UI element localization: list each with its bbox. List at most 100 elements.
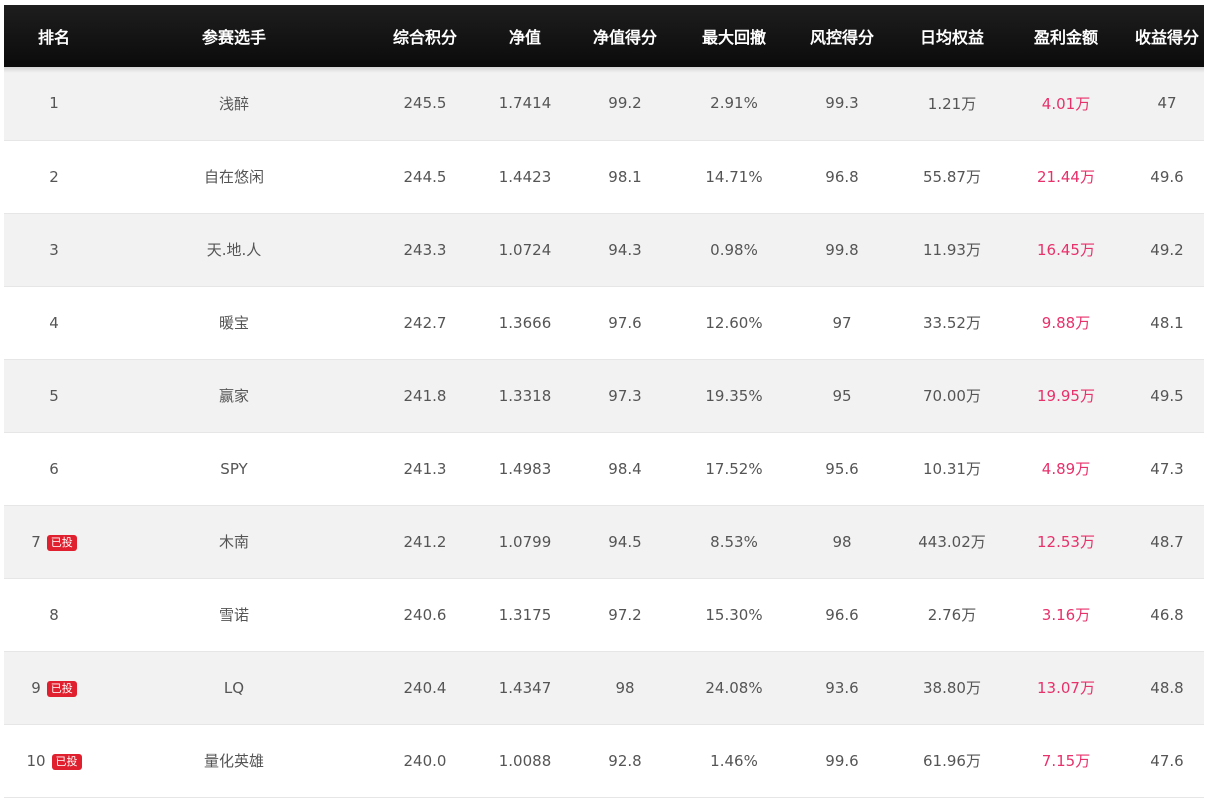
cell-profit: 4.01万 xyxy=(1041,94,1091,113)
cell-return-score: 48.8 xyxy=(1150,678,1184,697)
cell-score: 240.6 xyxy=(403,605,447,624)
header-drawdown[interactable]: 最大回撤 xyxy=(686,5,782,67)
rank-number: 4 xyxy=(49,313,59,332)
cell-drawdown: 1.46% xyxy=(710,751,758,770)
cell-return-score: 47.3 xyxy=(1150,459,1184,478)
rank-number: 6 xyxy=(49,459,59,478)
cell-drawdown: 15.30% xyxy=(705,605,763,624)
header-nav[interactable]: 净值 xyxy=(486,5,564,67)
cell-avg-equity: 38.80万 xyxy=(923,679,981,697)
cell-drawdown: 2.91% xyxy=(710,94,758,113)
cell-nav: 1.4347 xyxy=(498,678,552,697)
cell-score: 241.8 xyxy=(403,386,447,405)
cell-avg-equity: 70.00万 xyxy=(923,387,981,405)
cell-avg-equity: 61.96万 xyxy=(923,752,981,770)
table-row[interactable]: 1 浅醉 245.5 1.7414 99.2 2.91% 99.3 1.21万 4.01万 47 xyxy=(4,67,1204,140)
cell-player[interactable]: 浅醉 xyxy=(104,67,364,140)
cell-profit: 12.53万 xyxy=(1037,533,1095,551)
cell-rank: 1 xyxy=(4,67,104,140)
cell-nav: 1.0799 xyxy=(498,532,552,551)
cell-avg-equity: 443.02万 xyxy=(918,533,986,551)
table-row[interactable]: 7 已投 木南 241.2 1.0799 94.5 8.53% 98 443.02万 12.53万… xyxy=(4,505,1204,578)
cell-player[interactable]: 暖宝 xyxy=(104,286,364,359)
cell-rank: 9 已投 xyxy=(4,651,104,724)
cell-nav-score: 97.3 xyxy=(608,386,642,405)
header-rank[interactable]: 排名 xyxy=(4,5,104,67)
cell-risk-score: 96.6 xyxy=(825,605,859,624)
cell-player[interactable]: 木南 xyxy=(104,505,364,578)
cell-drawdown: 17.52% xyxy=(705,459,763,478)
cell-nav: 1.4983 xyxy=(498,459,552,478)
ranking-table-container: 排名 参赛选手 综合积分 净值 净值得分 最大回撤 风控得分 日均权益 盈利金额… xyxy=(4,5,1204,798)
cell-risk-score: 95 xyxy=(832,386,852,405)
cell-risk-score: 95.6 xyxy=(825,459,859,478)
table-row[interactable]: 3 天.地.人 243.3 1.0724 94.3 0.98% 99.8 11.93万 16.4… xyxy=(4,213,1204,286)
cell-player[interactable]: 量化英雄 xyxy=(104,724,364,797)
cell-score: 240.0 xyxy=(403,751,447,770)
cell-rank: 5 xyxy=(4,359,104,432)
cell-nav-score: 97.6 xyxy=(608,313,642,332)
cell-avg-equity: 10.31万 xyxy=(923,460,981,478)
header-profit[interactable]: 盈利金额 xyxy=(1002,5,1130,67)
cell-player[interactable]: 雪诺 xyxy=(104,578,364,651)
cell-risk-score: 99.6 xyxy=(825,751,859,770)
rank-number: 1 xyxy=(49,94,59,113)
cell-score: 245.5 xyxy=(403,94,447,113)
cell-nav: 1.3175 xyxy=(498,605,552,624)
header-nav-score[interactable]: 净值得分 xyxy=(564,5,686,67)
cell-rank: 10 已投 xyxy=(4,724,104,797)
header-risk-score[interactable]: 风控得分 xyxy=(782,5,902,67)
cell-drawdown: 0.98% xyxy=(710,240,758,259)
cell-profit: 7.15万 xyxy=(1041,752,1091,770)
cell-risk-score: 93.6 xyxy=(825,678,859,697)
cell-nav-score: 98.4 xyxy=(608,459,642,478)
cell-player[interactable]: LQ xyxy=(104,651,364,724)
cell-score: 241.3 xyxy=(403,459,447,478)
cell-avg-equity: 33.52万 xyxy=(923,314,981,332)
header-player[interactable]: 参赛选手 xyxy=(104,5,364,67)
cell-nav-score: 94.5 xyxy=(608,532,642,551)
cell-risk-score: 99.8 xyxy=(825,240,859,259)
cell-nav: 1.0724 xyxy=(498,240,552,259)
cell-score: 243.3 xyxy=(403,240,447,259)
cell-nav: 1.7414 xyxy=(498,94,552,113)
cell-player[interactable]: 自在悠闲 xyxy=(104,140,364,213)
table-row[interactable]: 4 暖宝 242.7 1.3666 97.6 12.60% 97 33.52万 9.88万 48.… xyxy=(4,286,1204,359)
cell-avg-equity: 1.21万 xyxy=(927,94,977,113)
cell-nav: 1.4423 xyxy=(498,167,552,186)
header-score[interactable]: 综合积分 xyxy=(364,5,486,67)
cell-nav: 1.3666 xyxy=(498,313,552,332)
table-row[interactable]: 6 SPY 241.3 1.4983 98.4 17.52% 95.6 10.31万 4.89万… xyxy=(4,432,1204,505)
cell-avg-equity: 11.93万 xyxy=(923,241,981,259)
cell-rank: 2 xyxy=(4,140,104,213)
header-return-score[interactable]: 收益得分 xyxy=(1130,5,1204,67)
cell-drawdown: 14.71% xyxy=(705,167,763,186)
cell-player[interactable]: 天.地.人 xyxy=(104,213,364,286)
table-row[interactable]: 2 自在悠闲 244.5 1.4423 98.1 14.71% 96.8 55.87万 21.4… xyxy=(4,140,1204,213)
rank-number: 8 xyxy=(49,605,59,624)
cell-rank: 4 xyxy=(4,286,104,359)
cell-risk-score: 99.3 xyxy=(825,94,859,113)
table-row[interactable]: 8 雪诺 240.6 1.3175 97.2 15.30% 96.6 2.76万 3.16万 46… xyxy=(4,578,1204,651)
cell-profit: 4.89万 xyxy=(1041,460,1091,478)
cell-return-score: 47 xyxy=(1157,94,1177,113)
table-header-row: 排名 参赛选手 综合积分 净值 净值得分 最大回撤 风控得分 日均权益 盈利金额… xyxy=(4,5,1204,67)
invested-badge: 已投 xyxy=(46,534,77,551)
header-avg-equity[interactable]: 日均权益 xyxy=(902,5,1002,67)
cell-rank: 6 xyxy=(4,432,104,505)
table-body: 1 浅醉 245.5 1.7414 99.2 2.91% 99.3 1.21万 4.01万 47 2… xyxy=(4,67,1204,797)
cell-player[interactable]: 赢家 xyxy=(104,359,364,432)
cell-risk-score: 96.8 xyxy=(825,167,859,186)
rank-number: 5 xyxy=(49,386,59,405)
cell-score: 244.5 xyxy=(403,167,447,186)
cell-rank: 3 xyxy=(4,213,104,286)
cell-nav-score: 98 xyxy=(615,678,635,697)
cell-return-score: 48.1 xyxy=(1150,313,1184,332)
table-row[interactable]: 5 赢家 241.8 1.3318 97.3 19.35% 95 70.00万 19.95万 49… xyxy=(4,359,1204,432)
cell-player[interactable]: SPY xyxy=(104,432,364,505)
table-row[interactable]: 9 已投 LQ 240.4 1.4347 98 24.08% 93.6 38.80万 13.07万… xyxy=(4,651,1204,724)
cell-rank: 8 xyxy=(4,578,104,651)
table-row[interactable]: 10 已投 量化英雄 240.0 1.0088 92.8 1.46% 99.6 61.96万 7.… xyxy=(4,724,1204,797)
cell-avg-equity: 55.87万 xyxy=(923,168,981,186)
cell-return-score: 49.5 xyxy=(1150,386,1184,405)
